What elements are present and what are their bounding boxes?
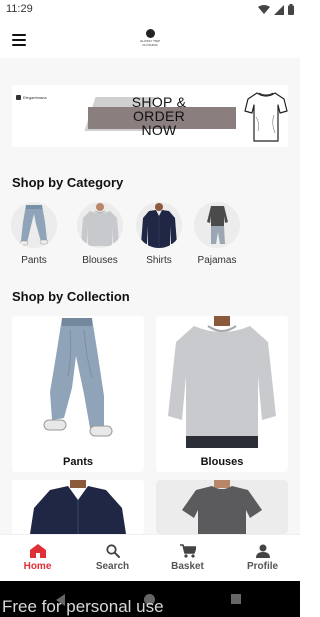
collection-card-tshirts[interactable] xyxy=(156,480,288,534)
collection-card-shirts[interactable] xyxy=(12,480,144,534)
category-label: Pants xyxy=(21,255,47,266)
pants-photo xyxy=(11,202,57,248)
shop-by-collection-title: Shop by Collection xyxy=(12,289,130,304)
watermark-text: Free for personal use xyxy=(2,597,164,616)
status-time: 11:29 xyxy=(6,3,33,15)
wifi-icon xyxy=(258,4,270,14)
person-icon xyxy=(255,544,270,558)
home-icon xyxy=(29,544,46,558)
pants-photo xyxy=(12,316,144,448)
brand-logo-text: GLOSSY TRIP CLOTHING xyxy=(140,39,160,47)
status-icons xyxy=(258,4,294,15)
nav-label: Search xyxy=(95,561,130,572)
search-icon xyxy=(105,544,120,558)
category-label: Blouses xyxy=(82,255,118,266)
banner-brand-icon xyxy=(16,95,21,100)
category-item-shirts[interactable]: Shirts xyxy=(136,202,182,266)
recent-apps-icon[interactable] xyxy=(231,594,241,604)
category-item-pajamas[interactable]: Pajamas xyxy=(194,202,240,266)
collection-card-label: Blouses xyxy=(200,456,244,468)
category-item-blouses[interactable]: Blouses xyxy=(77,202,123,266)
banner-brand: Elegantmana xyxy=(16,95,47,100)
signal-icon xyxy=(274,4,284,15)
menu-icon[interactable] xyxy=(12,34,26,46)
nav-label: Basket xyxy=(171,561,204,572)
nav-item-profile[interactable]: Profile xyxy=(225,535,300,581)
nav-item-search[interactable]: Search xyxy=(75,535,150,581)
collection-card-label: Pants xyxy=(63,456,93,468)
nav-item-basket[interactable]: Basket xyxy=(150,535,225,581)
nav-item-home[interactable]: Home xyxy=(0,535,75,581)
battery-icon xyxy=(288,4,294,15)
sweater-photo xyxy=(156,316,288,448)
tshirt-photo xyxy=(156,480,288,534)
category-label: Shirts xyxy=(146,255,172,266)
nav-label: Home xyxy=(23,561,52,572)
shirt-photo xyxy=(136,202,182,248)
category-label: Pajamas xyxy=(197,255,237,266)
brand-logo-mark xyxy=(145,29,155,38)
tshirt-illustration-icon xyxy=(244,92,288,142)
promo-banner[interactable]: Elegantmana SHOP & ORDER NOW xyxy=(12,85,288,147)
bottom-navigation: Home Search Basket Profile xyxy=(0,534,300,581)
shirt-photo xyxy=(12,480,144,534)
banner-headline: SHOP & ORDER NOW xyxy=(131,94,187,138)
status-bar: 11:29 xyxy=(0,0,300,20)
nav-label: Profile xyxy=(246,561,279,572)
sweater-photo xyxy=(77,202,123,248)
banner-brand-text: Elegantmana xyxy=(23,95,47,100)
category-item-pants[interactable]: Pants xyxy=(11,202,57,266)
shop-by-category-title: Shop by Category xyxy=(12,175,124,190)
brand-logo: GLOSSY TRIP CLOTHING xyxy=(136,29,164,53)
cart-icon xyxy=(179,544,196,558)
collection-card-pants[interactable]: Pants xyxy=(12,316,144,472)
collection-card-blouses[interactable]: Blouses xyxy=(156,316,288,472)
top-app-bar: GLOSSY TRIP CLOTHING xyxy=(0,20,300,58)
pajama-photo xyxy=(194,202,240,248)
